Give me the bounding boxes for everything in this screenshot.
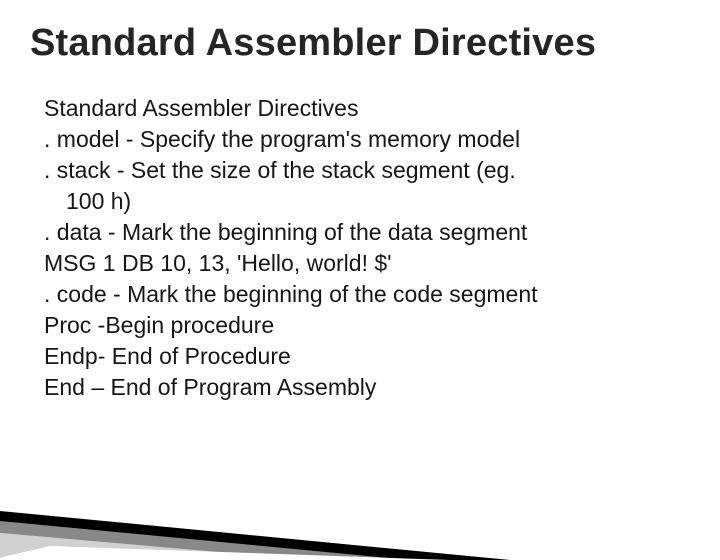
- body-line: . model - Specify the program's memory m…: [44, 124, 690, 155]
- slide-body: Standard Assembler Directives . model - …: [30, 93, 690, 403]
- body-line: . data - Mark the beginning of the data …: [44, 217, 690, 248]
- body-line: Standard Assembler Directives: [44, 93, 690, 124]
- body-line: End – End of Program Assembly: [44, 372, 690, 403]
- slide: Standard Assembler Directives Standard A…: [0, 0, 720, 540]
- body-line: MSG 1 DB 10, 13, 'Hello, world! $': [44, 248, 690, 279]
- body-line: . code - Mark the beginning of the code …: [44, 279, 690, 310]
- body-line: Proc -Begin procedure: [44, 310, 690, 341]
- body-line: Endp- End of Procedure: [44, 341, 690, 372]
- corner-swoosh-icon: [0, 480, 510, 560]
- body-line-wrap: 100 h): [44, 186, 690, 217]
- slide-title: Standard Assembler Directives: [30, 22, 690, 65]
- body-line: . stack - Set the size of the stack segm…: [44, 155, 690, 186]
